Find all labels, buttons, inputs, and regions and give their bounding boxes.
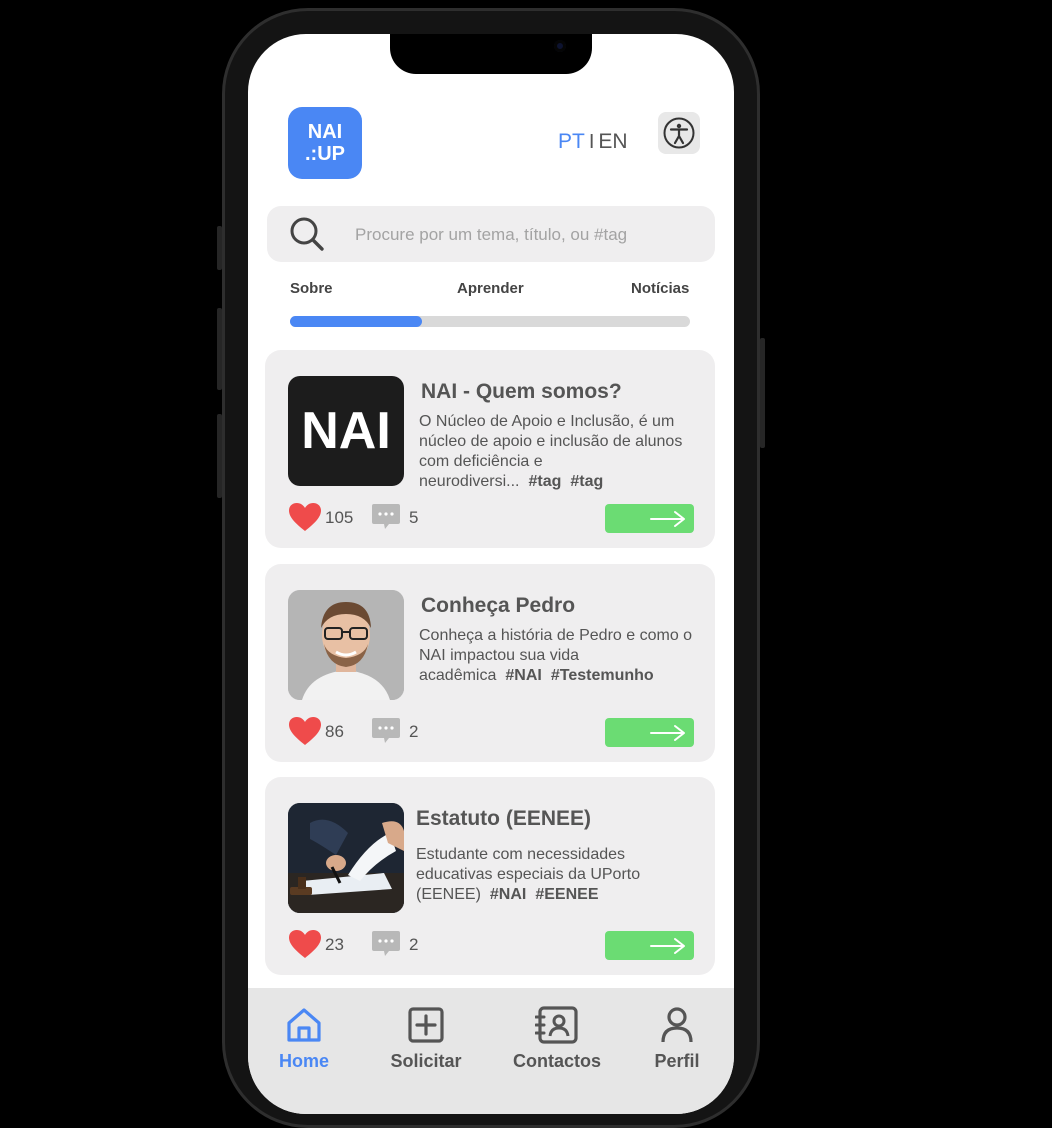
nai-up-logo[interactable]: NAI .:UP	[288, 107, 362, 179]
add-square-icon	[408, 1007, 444, 1043]
logo-line-1: NAI	[307, 121, 343, 143]
nav-label: Home	[278, 1051, 329, 1071]
card-title: Estatuto (EENEE)	[416, 807, 592, 830]
contacts-book-icon	[534, 1006, 578, 1044]
card-nai-quem-somos[interactable]: NAI NAI - Quem somos? O Núcleo de Apoio …	[265, 350, 715, 548]
arrow-right-icon	[650, 510, 685, 527]
thumbnail-nai-text: NAI	[301, 402, 391, 460]
comment-count: 2	[409, 722, 419, 741]
nav-home[interactable]: Home	[278, 1006, 330, 1072]
tab-noticias[interactable]: Notícias	[631, 280, 689, 297]
home-icon	[287, 1008, 321, 1042]
nav-label: Contactos	[512, 1051, 601, 1071]
card-description: Estudante com necessidades educativas es…	[416, 845, 701, 905]
language-switcher: PT I EN	[558, 130, 628, 154]
language-en[interactable]: EN	[598, 130, 627, 153]
comment-count: 5	[409, 508, 419, 527]
arrow-right-icon	[650, 937, 685, 954]
bottom-navigation: Home Solicitar Contactos Perfil	[248, 988, 734, 1114]
card-title: NAI - Quem somos?	[421, 380, 622, 403]
comment-icon[interactable]	[371, 717, 401, 747]
card-tag[interactable]: #Testemunho	[551, 667, 654, 684]
tab-aprender[interactable]: Aprender	[457, 280, 524, 297]
card-tag[interactable]: #tag	[570, 473, 603, 490]
card-title: Conheça Pedro	[421, 594, 576, 617]
comment-count: 2	[409, 935, 419, 954]
card-thumbnail	[288, 590, 404, 700]
silent-switch	[217, 226, 222, 270]
front-camera	[554, 40, 566, 52]
notch	[390, 34, 592, 74]
tab-progress-track	[290, 316, 690, 327]
search-bar[interactable]	[267, 206, 715, 262]
open-card-button[interactable]	[605, 931, 694, 960]
card-thumbnail	[288, 803, 404, 913]
open-card-button[interactable]	[605, 504, 694, 533]
card-description: O Núcleo de Apoio e Inclusão, é um núcle…	[419, 412, 704, 492]
comment-icon[interactable]	[371, 503, 401, 533]
logo-line-2: .:UP	[305, 143, 345, 165]
nav-label: Perfil	[654, 1051, 700, 1071]
heart-icon[interactable]	[288, 716, 322, 746]
volume-up-button	[217, 308, 222, 390]
document-signing-photo	[288, 803, 404, 913]
card-description: Conheça a história de Pedro e como o NAI…	[419, 626, 704, 686]
arrow-right-icon	[650, 724, 685, 741]
like-count: 105	[325, 508, 354, 527]
language-pt[interactable]: PT	[558, 130, 585, 153]
volume-down-button	[217, 414, 222, 498]
power-button	[760, 338, 765, 448]
language-separator: I	[588, 131, 595, 153]
card-tag[interactable]: #NAI	[505, 667, 541, 684]
card-estatuto-eenee[interactable]: Estatuto (EENEE) Estudante com necessida…	[265, 777, 715, 975]
search-icon	[290, 217, 324, 251]
nav-perfil[interactable]: Perfil	[650, 1006, 704, 1072]
like-count: 23	[325, 935, 344, 954]
app-screen: NAI .:UP PTIEN Sobre Aprender Notícias N…	[248, 34, 734, 1114]
nav-contactos[interactable]: Contactos	[510, 1006, 604, 1072]
search-input[interactable]	[353, 220, 697, 250]
heart-icon[interactable]	[288, 929, 322, 959]
card-tag[interactable]: #NAI	[490, 886, 526, 903]
user-icon	[661, 1007, 693, 1043]
like-count: 86	[325, 722, 344, 741]
accessibility-button[interactable]	[658, 112, 700, 154]
open-card-button[interactable]	[605, 718, 694, 747]
card-description-text: Estudante com necessidades educativas es…	[416, 846, 641, 903]
tab-sobre[interactable]: Sobre	[290, 280, 333, 297]
nav-label: Solicitar	[390, 1051, 462, 1071]
portrait-photo	[288, 590, 404, 700]
accessibility-icon	[663, 117, 695, 149]
card-conheca-pedro[interactable]: Conheça Pedro Conheça a história de Pedr…	[265, 564, 715, 762]
nav-solicitar[interactable]: Solicitar	[388, 1006, 464, 1072]
comment-icon[interactable]	[371, 930, 401, 960]
heart-icon[interactable]	[288, 502, 322, 532]
tab-progress-fill	[290, 316, 422, 327]
card-thumbnail: NAI	[288, 376, 404, 486]
card-tag[interactable]: #tag	[529, 473, 562, 490]
card-tag[interactable]: #EENEE	[535, 886, 598, 903]
